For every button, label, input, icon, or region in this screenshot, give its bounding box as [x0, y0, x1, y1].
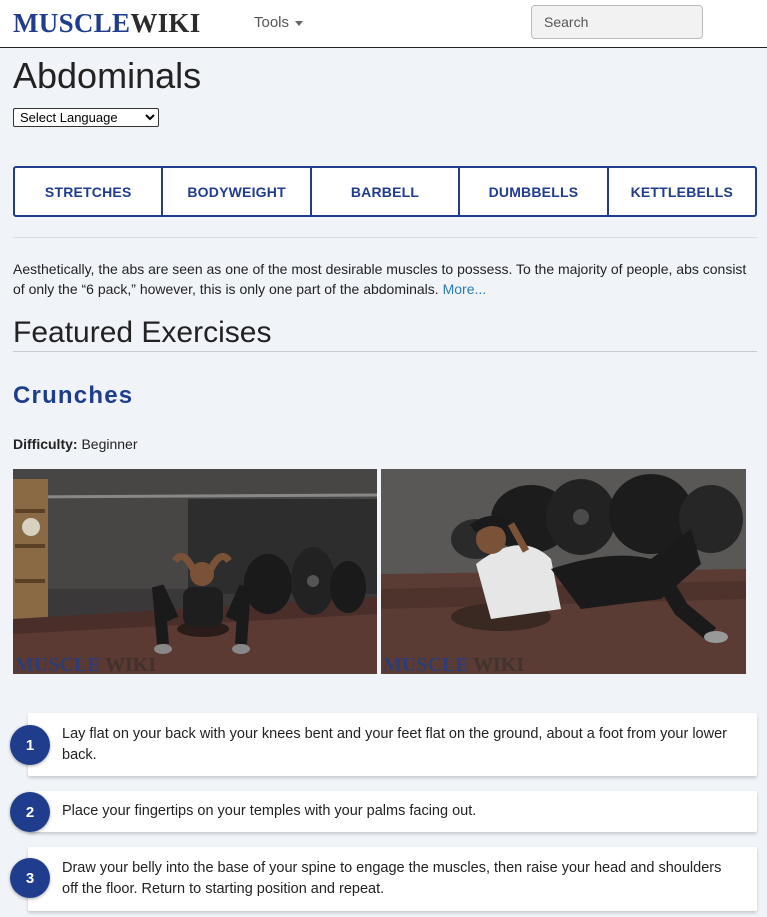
caret-down-icon — [295, 21, 304, 26]
watermark-wiki: WIKI — [105, 654, 156, 674]
language-select[interactable]: Select Language — [13, 108, 159, 127]
search-input[interactable] — [531, 5, 703, 39]
step-number-badge: 2 — [10, 792, 50, 832]
navbar: MUSCLEWIKI Tools — [0, 0, 767, 48]
tab-dumbbells[interactable]: DUMBBELLS — [460, 168, 609, 215]
watermark-wiki: WIKI — [473, 654, 524, 674]
logo-part-muscle: MUSCLE — [13, 8, 131, 38]
tab-stretches[interactable]: STRETCHES — [15, 168, 164, 215]
step-card: Lay flat on your back with your knees be… — [28, 713, 757, 776]
difficulty: Difficulty: Beginner — [13, 436, 138, 452]
featured-exercises-heading: Featured Exercises — [13, 316, 272, 349]
gym-scene-side: MUSCLE WIKI — [381, 469, 746, 674]
step-text: Lay flat on your back with your knees be… — [62, 726, 727, 763]
step-text: Draw your belly into the base of your sp… — [62, 860, 722, 897]
exercise-video-front[interactable]: MUSCLE WIKI — [13, 469, 377, 674]
tab-barbell[interactable]: BARBELL — [312, 168, 461, 215]
logo-part-wiki: WIKI — [130, 8, 201, 38]
step-text: Place your fingertips on your temples wi… — [62, 803, 477, 819]
muscle-description: Aesthetically, the abs are seen as one o… — [13, 259, 757, 299]
step-number-badge: 1 — [10, 725, 50, 765]
description-text: Aesthetically, the abs are seen as one o… — [13, 261, 747, 297]
divider — [13, 351, 757, 352]
divider — [13, 237, 757, 238]
tab-kettlebells[interactable]: KETTLEBELLS — [609, 168, 755, 215]
musclewiki-logo[interactable]: MUSCLEWIKI — [13, 8, 201, 38]
page-title: Abdominals — [13, 55, 202, 96]
difficulty-label: Difficulty: — [13, 436, 78, 452]
exercise-title[interactable]: Crunches — [13, 380, 133, 412]
tab-bodyweight[interactable]: BODYWEIGHT — [163, 168, 312, 215]
difficulty-value: Beginner — [81, 436, 138, 452]
watermark-muscle: MUSCLE — [383, 654, 469, 674]
gym-scene-front: MUSCLE WIKI — [13, 469, 377, 674]
step-card: Place your fingertips on your temples wi… — [28, 791, 757, 832]
step-number-badge: 3 — [10, 858, 50, 898]
exercise-video-side[interactable]: MUSCLE WIKI — [381, 469, 746, 674]
more-link[interactable]: More... — [443, 281, 487, 297]
step-card: Draw your belly into the base of your sp… — [28, 847, 757, 911]
category-tabs: STRETCHES BODYWEIGHT BARBELL DUMBBELLS K… — [13, 166, 757, 217]
watermark-muscle: MUSCLE — [15, 654, 101, 674]
tools-label: Tools — [254, 14, 290, 31]
tools-dropdown[interactable]: Tools — [254, 14, 304, 31]
